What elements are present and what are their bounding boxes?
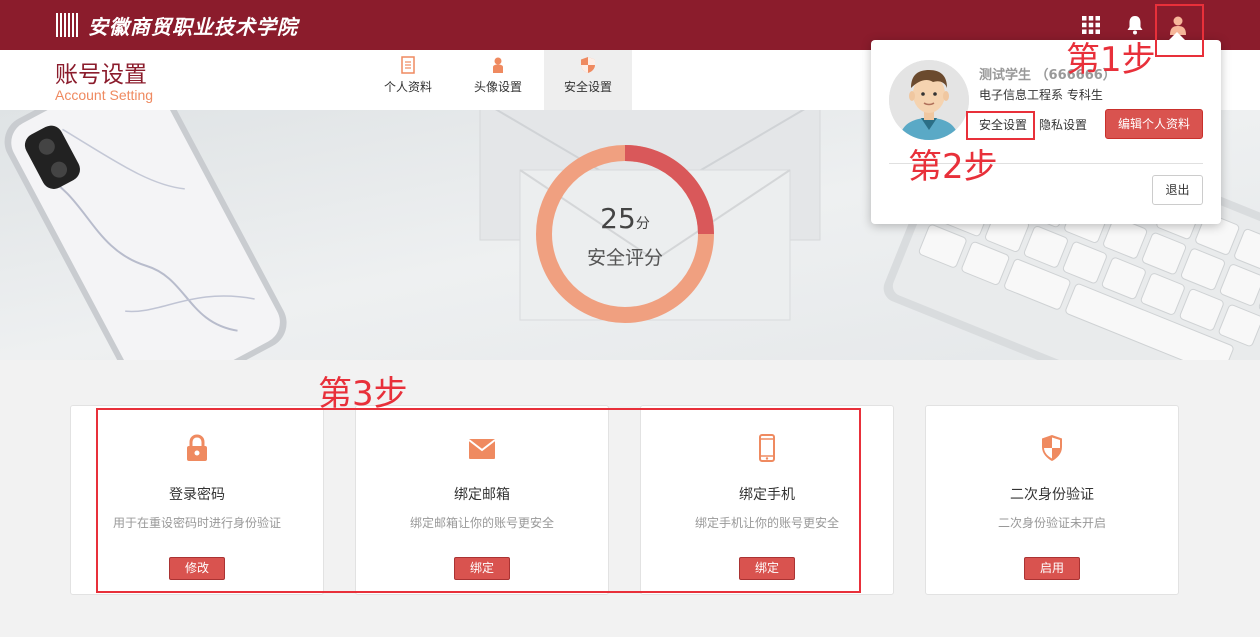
step3-highlight-box: [96, 408, 861, 593]
step1-highlight-box: [1155, 4, 1204, 57]
enable-two-factor-button[interactable]: 启用: [1024, 557, 1080, 580]
tab-label: 头像设置: [473, 80, 522, 94]
logout-button[interactable]: 退出: [1152, 175, 1203, 205]
step2-highlight-box: [966, 111, 1035, 140]
edit-profile-button[interactable]: 编辑个人资料: [1105, 109, 1203, 139]
page-subtitle: Account Setting: [55, 87, 154, 103]
shield-icon: [579, 56, 597, 74]
user-profile-popover: 测试学生 （666666） 电子信息工程系 专科生 安全设置 隐私设置 编辑个人…: [871, 32, 1221, 224]
school-logo[interactable]: 安徽商贸职业技术学院: [56, 10, 298, 40]
card-description: 二次身份验证未开启: [997, 516, 1106, 530]
person-icon: [489, 56, 507, 74]
logo-mark-icon: [56, 13, 82, 37]
card-two-factor: 二次身份验证 二次身份验证未开启 启用: [925, 405, 1179, 595]
tab-label: 个人资料: [383, 80, 432, 94]
tab-security[interactable]: 安全设置: [544, 50, 632, 110]
page-title: 账号设置: [55, 62, 147, 88]
security-score-value: 25分: [565, 202, 685, 235]
card-title: 二次身份验证: [1010, 487, 1094, 503]
privacy-settings-link[interactable]: 隐私设置: [1039, 116, 1087, 133]
step1-label: 第1步: [1066, 40, 1156, 80]
security-score-label: 安全评分: [586, 247, 663, 269]
score-unit: 分: [635, 216, 650, 232]
score-number: 25: [600, 202, 636, 235]
shield-icon: [926, 434, 1178, 462]
tab-profile[interactable]: 个人资料: [364, 50, 452, 110]
user-department: 电子信息工程系 专科生: [979, 88, 1103, 102]
tab-avatar[interactable]: 头像设置: [454, 50, 542, 110]
tab-label: 安全设置: [563, 80, 612, 94]
school-name: 安徽商贸职业技术学院: [88, 14, 298, 39]
document-icon: [399, 56, 417, 74]
avatar: [889, 60, 969, 140]
step2-label: 第2步: [908, 147, 998, 187]
step3-label: 第3步: [318, 374, 408, 414]
